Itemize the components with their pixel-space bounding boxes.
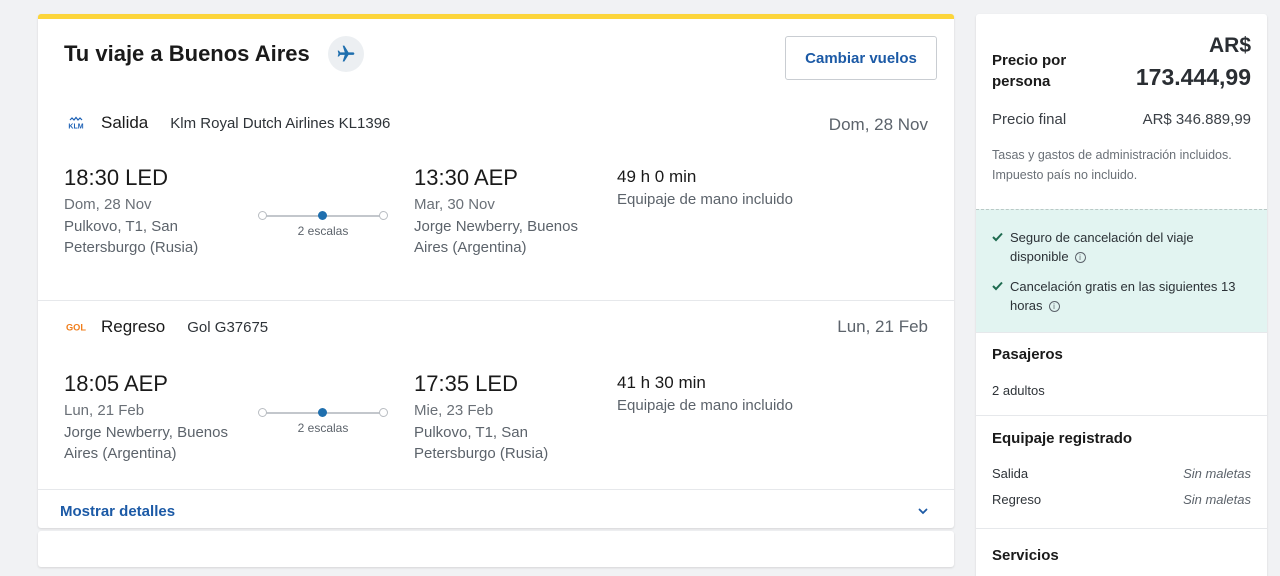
services-title: Servicios — [992, 547, 1059, 564]
stops-label: 2 escalas — [297, 421, 349, 435]
duration: 41 h 30 min — [617, 373, 706, 392]
departure-time: 18:05 AEP — [64, 371, 168, 396]
plane-badge — [328, 36, 364, 72]
route-end-dot — [379, 211, 388, 220]
passengers-title: Pasajeros — [992, 346, 1063, 363]
check-icon — [992, 281, 1003, 291]
price-per-person-label: Precio por persona — [992, 52, 1067, 90]
chevron-down-icon[interactable] — [916, 504, 930, 518]
svg-text:GOL: GOL — [66, 323, 86, 333]
route-end-dot — [379, 408, 388, 417]
departure-date: Lun, 21 Feb — [64, 402, 145, 419]
arrival-place: Pulkovo, T1, San Petersburgo (Rusia) — [414, 423, 549, 463]
details-row: Mostrar detalles — [38, 489, 954, 533]
tax-note: Tasas y gastos de administración incluid… — [992, 148, 1232, 182]
info-icon[interactable]: i — [1074, 252, 1086, 264]
show-details-link[interactable]: Mostrar detalles — [60, 503, 175, 520]
departure-place: Jorge Newberry, Buenos Aires (Argentina) — [64, 423, 228, 463]
info-icon[interactable]: i — [1048, 301, 1060, 313]
outbound-leg: KLM Salida Klm Royal Dutch Airlines KL13… — [38, 99, 954, 299]
departure-block: 18:30 LED Dom, 28 Nov Pulkovo, T1, San P… — [64, 165, 249, 259]
svg-text:KLM: KLM — [68, 124, 83, 131]
klm-logo-icon: KLM — [64, 116, 88, 130]
arrival-time: 13:30 AEP — [414, 165, 518, 190]
stops-indicator: 2 escalas — [258, 210, 388, 240]
insurance-text: Cancelación gratis en las siguientes 13 … — [1010, 277, 1250, 315]
insurance-item: Cancelación gratis en las siguientes 13 … — [992, 277, 1250, 315]
route-start-dot — [258, 211, 267, 220]
departure-date: Dom, 28 Nov — [64, 196, 152, 213]
stops-indicator: 2 escalas — [258, 407, 388, 437]
leg-type-label: Salida — [101, 113, 149, 132]
insurance-box: Seguro de cancelación del viaje disponib… — [976, 209, 1267, 332]
passengers-value: 2 adultos — [992, 383, 1045, 398]
baggage-row-value: Sin maletas — [1183, 466, 1251, 481]
flight-number: Gol G37675 — [187, 318, 269, 336]
outbound-header: KLM Salida Klm Royal Dutch Airlines KL13… — [64, 113, 390, 133]
stop-dot — [318, 211, 327, 220]
baggage-row-label: Regreso — [992, 492, 1042, 507]
baggage-title: Equipaje registrado — [992, 430, 1133, 447]
stop-dot — [318, 408, 327, 417]
baggage-row-label: Salida — [992, 466, 1029, 481]
return-header: GOL Regreso Gol G37675 — [64, 317, 268, 337]
check-icon — [992, 232, 1003, 242]
baggage-section: Equipaje registrado Salida Sin maletas R… — [976, 415, 1267, 528]
trip-card: Tu viaje a Buenos Aires Cambiar vuelos K… — [38, 14, 954, 528]
stops-label: 2 escalas — [297, 224, 349, 238]
baggage-row-value: Sin maletas — [1183, 492, 1251, 507]
departure-place: Pulkovo, T1, San Petersburgo (Rusia) — [64, 217, 199, 257]
price-sidebar: Precio por persona AR$ 173.444,99 Precio… — [976, 14, 1267, 576]
arrival-time: 17:35 LED — [414, 371, 518, 396]
baggage-info: Equipaje de mano incluido — [617, 397, 793, 414]
arrival-date: Mie, 23 Feb — [414, 402, 494, 419]
arrival-block: 17:35 LED Mie, 23 Feb Pulkovo, T1, San P… — [414, 371, 594, 465]
leg-type-label: Regreso — [101, 317, 166, 336]
airplane-icon — [337, 45, 355, 62]
passengers-section: Pasajeros 2 adultos — [976, 332, 1267, 415]
duration-block: 49 h 0 min Equipaje de mano incluido — [617, 167, 877, 208]
insurance-text: Seguro de cancelación del viaje disponib… — [1010, 228, 1250, 266]
leg-date: Dom, 28 Nov — [828, 115, 928, 134]
arrival-place: Jorge Newberry, Buenos Aires (Argentina) — [414, 217, 578, 257]
departure-block: 18:05 AEP Lun, 21 Feb Jorge Newberry, Bu… — [64, 371, 249, 465]
page-title: Tu viaje a Buenos Aires — [64, 41, 310, 66]
insurance-item: Seguro de cancelación del viaje disponib… — [992, 228, 1250, 266]
arrival-date: Mar, 30 Nov — [414, 196, 495, 213]
price-per-person-amount: 173.444,99 — [1135, 64, 1251, 90]
route-start-dot — [258, 408, 267, 417]
baggage-info: Equipaje de mano incluido — [617, 191, 793, 208]
leg-date: Lun, 21 Feb — [837, 317, 928, 336]
insurance-label: Seguro de cancelación del viaje disponib… — [1010, 230, 1194, 264]
services-section: Servicios — [976, 528, 1267, 576]
final-price-value: AR$ 346.889,99 — [1142, 111, 1251, 128]
duration-block: 41 h 30 min Equipaje de mano incluido — [617, 373, 877, 414]
gol-logo-icon: GOL — [64, 320, 88, 334]
departure-time: 18:30 LED — [64, 165, 168, 190]
return-leg: GOL Regreso Gol G37675 Lun, 21 Feb 18:05… — [38, 300, 954, 486]
price-currency: AR$ — [1208, 34, 1251, 57]
next-card — [38, 531, 954, 567]
insurance-label: Cancelación gratis en las siguientes 13 … — [1010, 279, 1236, 313]
arrival-block: 13:30 AEP Mar, 30 Nov Jorge Newberry, Bu… — [414, 165, 594, 259]
flight-number: Klm Royal Dutch Airlines KL1396 — [170, 114, 391, 132]
final-price-label: Precio final — [992, 111, 1067, 128]
change-flights-button[interactable]: Cambiar vuelos — [785, 36, 937, 80]
duration: 49 h 0 min — [617, 167, 697, 186]
